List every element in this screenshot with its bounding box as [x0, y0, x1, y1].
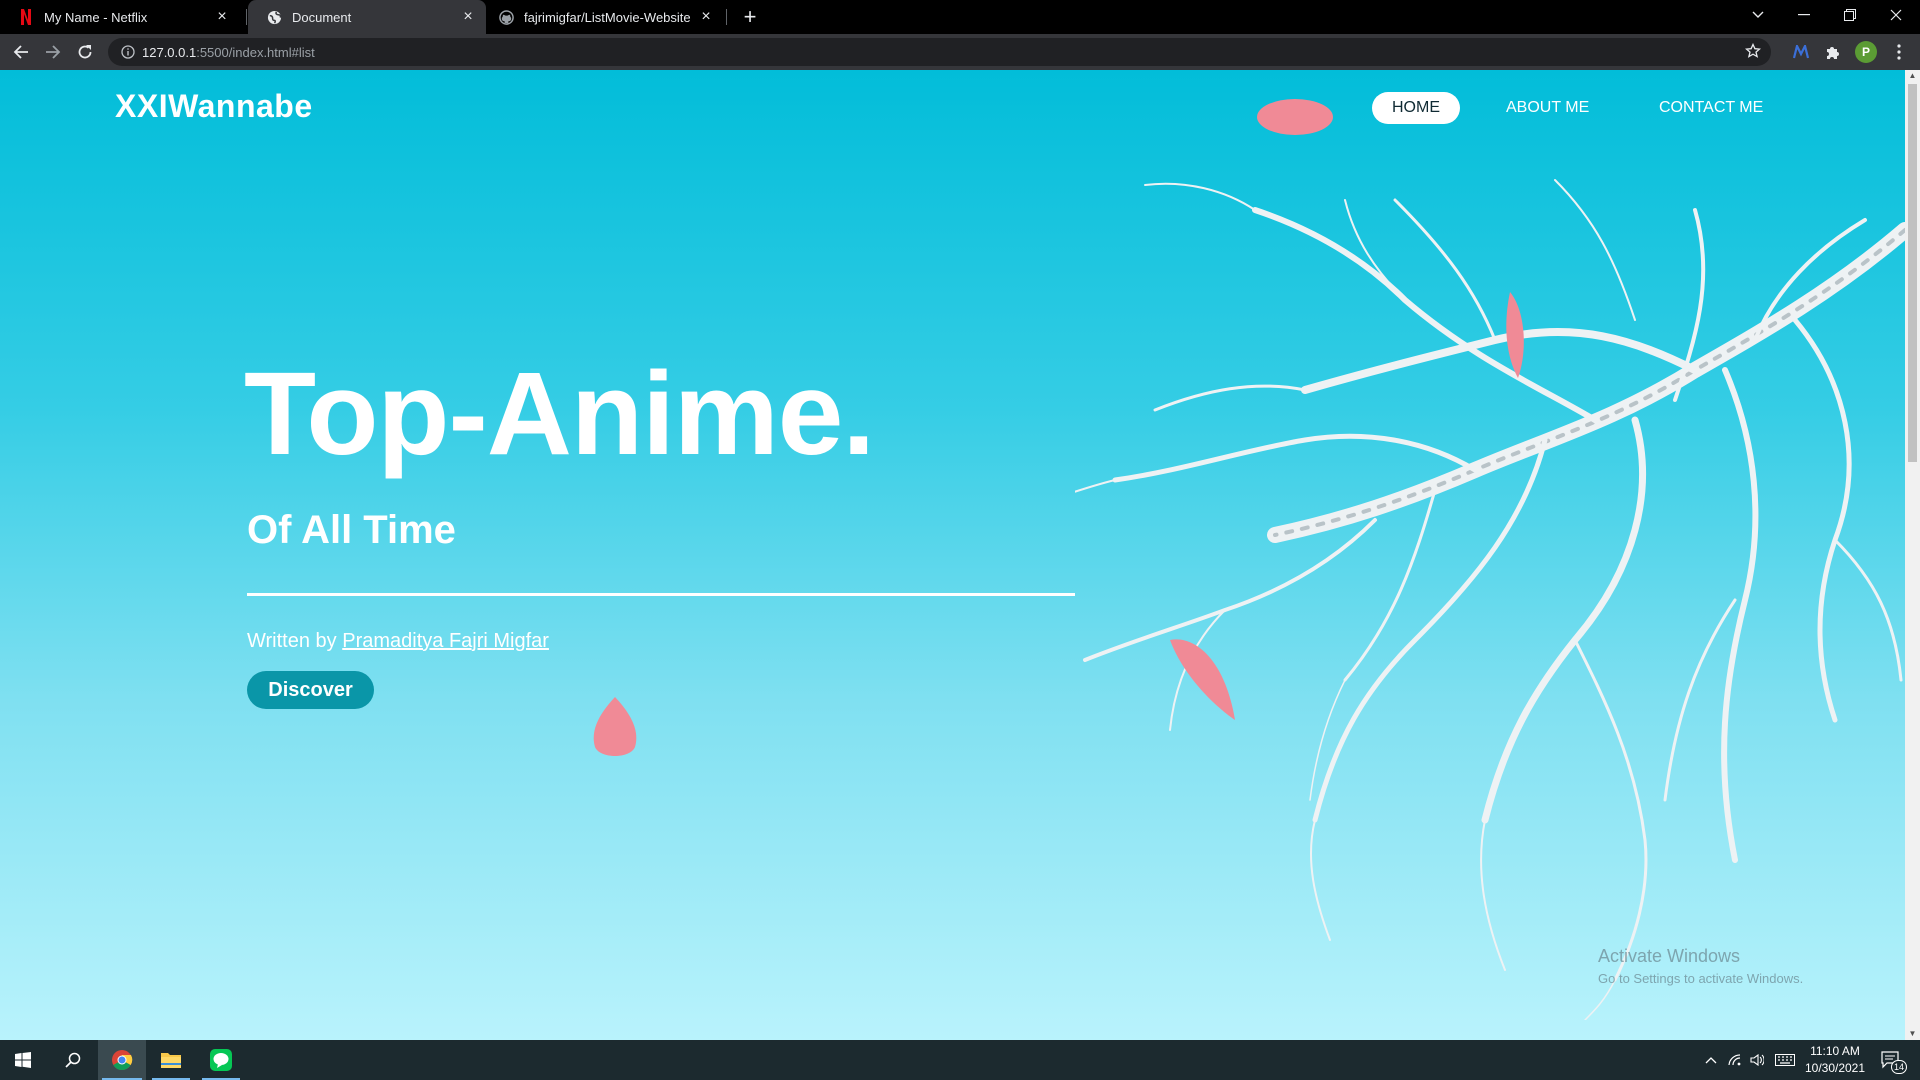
- notification-count-badge: 14: [1891, 1060, 1907, 1074]
- hero-title: Top-Anime.: [244, 348, 875, 480]
- nav-home[interactable]: HOME: [1372, 92, 1460, 124]
- close-tab-icon[interactable]: ×: [458, 7, 478, 27]
- site-logo[interactable]: XXIWannabe: [115, 88, 313, 125]
- nav-about-me[interactable]: ABOUT ME: [1486, 92, 1609, 124]
- watermark-title: Activate Windows: [1598, 946, 1741, 966]
- scroll-up-icon[interactable]: ▲: [1908, 72, 1917, 80]
- tray-chevron-up-icon[interactable]: [1700, 1040, 1722, 1080]
- extensions-puzzle-icon[interactable]: [1823, 42, 1843, 62]
- tab-title: Document: [292, 9, 352, 25]
- profile-avatar[interactable]: P: [1855, 41, 1877, 63]
- file-explorer-icon[interactable]: [148, 1040, 194, 1080]
- chrome-icon[interactable]: [98, 1040, 146, 1080]
- search-icon[interactable]: [50, 1040, 96, 1080]
- clock-time: 11:10 AM: [1810, 1044, 1860, 1058]
- petal-decoration: [593, 697, 637, 756]
- page-viewport: XXIWannabe HOME ABOUT ME CONTACT ME Top-…: [0, 70, 1905, 1040]
- back-button[interactable]: [9, 40, 33, 64]
- windows-taskbar: 11:10 AM 10/30/2021 14: [0, 1040, 1920, 1080]
- url-path: :5500/index.html#list: [196, 44, 315, 60]
- watermark-subtitle: Go to Settings to activate Windows.: [1598, 971, 1804, 986]
- tab-netflix[interactable]: My Name - Netflix ×: [0, 0, 240, 34]
- tab-title: fajrimigfar/ListMovie-Website: [524, 9, 691, 25]
- tab-search-icon[interactable]: [1735, 0, 1781, 30]
- system-clock[interactable]: 11:10 AM 10/30/2021: [1800, 1043, 1870, 1077]
- browser-menu-icon[interactable]: [1889, 41, 1909, 63]
- github-icon: [498, 9, 514, 25]
- activate-windows-watermark: Activate Windows Go to Settings to activ…: [1598, 946, 1803, 986]
- notification-center-icon[interactable]: 14: [1876, 1040, 1907, 1080]
- close-tab-icon[interactable]: ×: [212, 7, 232, 27]
- page-scrollbar[interactable]: ▲ ▼: [1905, 70, 1920, 1040]
- site-info-icon[interactable]: [114, 45, 142, 59]
- new-tab-button[interactable]: +: [738, 4, 762, 29]
- minimize-button[interactable]: [1781, 0, 1827, 30]
- reload-button[interactable]: [73, 40, 97, 64]
- petal-decoration: [1170, 639, 1235, 720]
- keyboard-icon[interactable]: [1772, 1040, 1798, 1080]
- netflix-icon: [18, 9, 34, 25]
- author-line: Written by Pramaditya Fajri Migfar: [247, 630, 549, 653]
- volume-icon[interactable]: [1746, 1040, 1768, 1080]
- nav-contact-me[interactable]: CONTACT ME: [1639, 92, 1783, 124]
- discover-button[interactable]: Discover: [247, 671, 374, 709]
- tree-branch-illustration: [1075, 179, 1905, 1020]
- url-host: 127.0.0.1: [142, 44, 197, 60]
- author-link[interactable]: Pramaditya Fajri Migfar: [342, 630, 549, 652]
- scroll-down-icon[interactable]: ▼: [1908, 1030, 1917, 1038]
- windows-start-icon[interactable]: [0, 1040, 46, 1080]
- bookmark-star-icon[interactable]: [1744, 42, 1762, 64]
- close-window-button[interactable]: [1873, 0, 1919, 30]
- tab-divider: [726, 9, 727, 25]
- extension-m-icon[interactable]: [1791, 42, 1811, 62]
- line-icon[interactable]: [198, 1040, 244, 1080]
- globe-icon: [266, 9, 282, 25]
- clock-date: 10/30/2021: [1804, 1061, 1866, 1075]
- tab-github[interactable]: fajrimigfar/ListMovie-Website ×: [488, 0, 724, 34]
- url-text: 127.0.0.1:5500/index.html#list: [142, 45, 315, 60]
- tab-strip: My Name - Netflix × Document × fajrimigf…: [0, 0, 1920, 34]
- tab-title: My Name - Netflix: [44, 9, 148, 25]
- restore-button[interactable]: [1827, 0, 1873, 30]
- petal-decoration: [1506, 292, 1524, 378]
- tab-document[interactable]: Document ×: [248, 0, 486, 34]
- browser-toolbar: 127.0.0.1:5500/index.html#list: [0, 34, 1920, 70]
- written-by-label: Written by: [247, 630, 337, 652]
- forward-button[interactable]: [41, 40, 65, 64]
- petal-decoration: [1257, 99, 1333, 135]
- hero-subtitle: Of All Time: [247, 508, 456, 552]
- close-tab-icon[interactable]: ×: [696, 7, 716, 27]
- wifi-icon[interactable]: [1724, 1040, 1746, 1080]
- tab-divider: [246, 9, 247, 25]
- scrollbar-thumb[interactable]: [1908, 84, 1917, 462]
- address-bar[interactable]: 127.0.0.1:5500/index.html#list: [108, 38, 1771, 66]
- hero-divider: [247, 593, 1075, 596]
